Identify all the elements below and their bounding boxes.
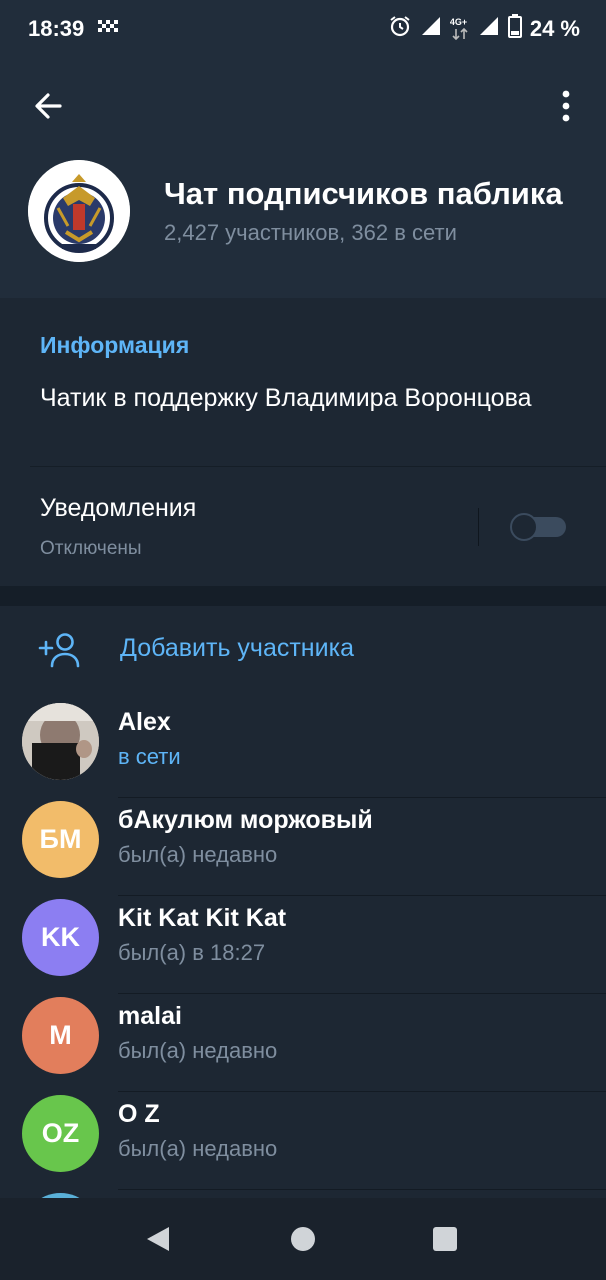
network-type-icon: 4G+ [450, 17, 470, 41]
status-bar: 18:39 4G+ 24 % [0, 0, 606, 56]
network-type-label: 4G+ [449, 16, 468, 27]
member-initials: M [49, 1020, 72, 1050]
member-name: malai [118, 1002, 182, 1030]
arrow-left-icon [35, 93, 62, 119]
member-name: O Z [118, 1100, 160, 1128]
nav-recents-icon[interactable] [433, 1227, 457, 1251]
divider [30, 466, 606, 467]
signal-icon [420, 15, 442, 42]
user-photo-icon [22, 703, 99, 780]
group-avatar[interactable] [28, 160, 130, 262]
member-avatar: OZ [22, 1095, 99, 1172]
member-name: бАкулюм моржовый [118, 806, 373, 834]
more-options-button[interactable] [552, 86, 580, 126]
member-row[interactable]: M malai был(а) недавно [0, 994, 606, 1092]
member-avatar: БМ [22, 801, 99, 878]
back-button[interactable] [28, 86, 68, 126]
member-initials: OZ [41, 1118, 80, 1148]
info-section: Информация Чатик в поддержку Владимира В… [0, 298, 606, 586]
member-status: был(а) недавно [118, 842, 278, 867]
group-description[interactable]: Чатик в поддержку Владимира Воронцова [40, 382, 540, 415]
group-emblem-icon [28, 160, 130, 262]
chat-header: Чат подписчиков паблика 2,427 участников… [0, 56, 606, 298]
member-row[interactable]: БМ бАкулюм моржовый был(а) недавно [0, 798, 606, 896]
signal-icon-2 [478, 15, 500, 42]
vertical-divider [478, 508, 479, 546]
info-section-label: Информация [40, 332, 190, 358]
member-status: был(а) в 18:27 [118, 940, 266, 965]
battery-percent: 24 % [529, 15, 580, 41]
status-time: 18:39 [28, 16, 85, 41]
notifications-toggle[interactable] [510, 513, 566, 541]
member-name: Alex [118, 708, 171, 736]
member-row[interactable]: KK Kit Kat Kit Kat был(а) в 18:27 [0, 896, 606, 994]
add-member-button[interactable]: Добавить участника [0, 606, 606, 694]
alarm-icon [388, 14, 412, 43]
member-status: был(а) недавно [118, 1136, 278, 1161]
member-name: Kit Kat Kit Kat [118, 904, 287, 932]
system-navigation-bar [0, 1198, 606, 1280]
add-user-icon [38, 633, 80, 668]
member-status: в сети [118, 744, 181, 769]
member-status: был(а) недавно [118, 1038, 278, 1063]
member-initials: БМ [39, 824, 82, 854]
member-avatar: KK [22, 899, 99, 976]
member-avatar: M [22, 997, 99, 1074]
group-title: Чат подписчиков паблика [164, 176, 563, 211]
battery-icon [507, 14, 522, 43]
member-avatar [22, 703, 99, 780]
member-row[interactable]: OZ O Z был(а) недавно [0, 1092, 606, 1190]
more-vertical-icon [562, 90, 570, 122]
group-member-count: 2,427 участников, 362 в сети [164, 220, 457, 245]
add-member-label: Добавить участника [120, 634, 354, 662]
notifications-status: Отключены [40, 538, 142, 559]
member-initials: KK [41, 922, 80, 952]
notifications-label[interactable]: Уведомления [40, 494, 196, 523]
nav-back-icon[interactable] [145, 1225, 171, 1253]
member-row[interactable]: Alex в сети [0, 700, 606, 798]
section-separator [0, 586, 606, 606]
members-section: Добавить участника Alex в сети БМ бАкулю… [0, 606, 606, 1198]
toggle-knob [510, 513, 538, 541]
notification-icon [98, 18, 118, 39]
member-row-partial[interactable] [0, 1190, 606, 1198]
nav-home-icon[interactable] [291, 1227, 315, 1251]
